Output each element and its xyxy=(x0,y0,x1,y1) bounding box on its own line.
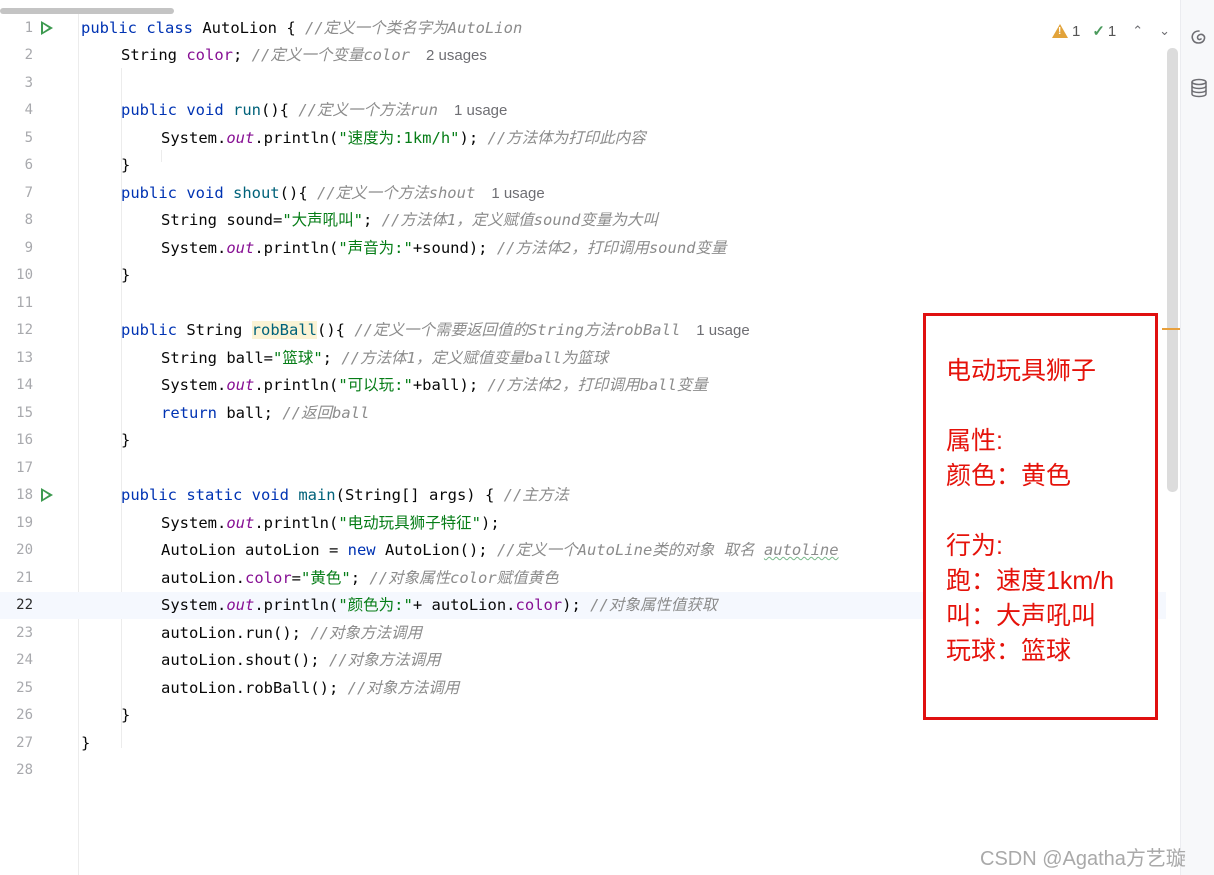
code-text: System.out.println("可以玩:"+ball); //方法体2，… xyxy=(161,376,708,394)
code-text: } xyxy=(121,266,131,284)
line-number: 22 xyxy=(16,597,33,613)
line-number: 12 xyxy=(16,322,33,338)
code-text: System.out.println("颜色为:"+ autoLion.colo… xyxy=(161,596,718,614)
line-number: 4 xyxy=(24,102,33,118)
line-number: 8 xyxy=(24,212,33,228)
warning-count: 1 xyxy=(1072,22,1081,40)
line-number: 23 xyxy=(16,625,33,641)
code-line-3[interactable]: 3 xyxy=(0,70,1166,97)
line-number: 3 xyxy=(24,75,33,91)
line-number: 28 xyxy=(16,762,33,778)
code-text: public class AutoLion { //定义一个类名字为AutoLi… xyxy=(81,19,523,37)
annotation-box: 电动玩具狮子 属性: 颜色：黄色 行为: 跑：速度1km/h 叫：大声吼叫 玩球… xyxy=(923,313,1158,720)
code-editor[interactable]: 1 public class AutoLion { //定义一个类名字为Auto… xyxy=(0,0,1180,875)
code-text: } xyxy=(121,706,131,724)
line-number: 17 xyxy=(16,460,33,476)
code-text: autoLion.run(); //对象方法调用 xyxy=(161,624,422,642)
code-line-28[interactable]: 28 xyxy=(0,757,1166,784)
code-line-10[interactable]: 10 } xyxy=(0,262,1166,289)
code-text: } xyxy=(121,156,131,174)
check-icon: ✓ xyxy=(1092,23,1105,40)
code-line-9[interactable]: 9 System.out.println("声音为:"+sound); //方法… xyxy=(0,235,1166,262)
line-number: 10 xyxy=(16,267,33,283)
scrollbar-warning-marker[interactable] xyxy=(1162,328,1180,330)
code-text: public String robBall(){ //定义一个需要返回值的Str… xyxy=(121,321,750,339)
check-count: 1 xyxy=(1107,22,1117,40)
code-text: return ball; //返回ball xyxy=(161,404,370,422)
line-number: 11 xyxy=(16,295,33,311)
code-line-1[interactable]: 1 public class AutoLion { //定义一个类名字为Auto… xyxy=(0,15,1166,42)
line-number: 21 xyxy=(16,570,33,586)
line-number: 26 xyxy=(16,707,33,723)
right-tool-strip xyxy=(1180,0,1214,875)
line-number: 6 xyxy=(24,157,33,173)
database-icon[interactable] xyxy=(1189,78,1209,98)
inspection-widget[interactable]: 1 ✓ 1 ⌃ ⌄ xyxy=(1052,20,1170,42)
line-number: 9 xyxy=(24,240,33,256)
code-text: public void shout(){ //定义一个方法shout 1 usag… xyxy=(121,184,545,202)
code-line-7[interactable]: 7 public void shout(){ //定义一个方法shout 1 us… xyxy=(0,180,1166,207)
code-text: String color; //定义一个变量color 2 usages xyxy=(121,46,487,64)
horizontal-scrollbar[interactable] xyxy=(0,8,174,14)
code-text: public static void main(String[] args) {… xyxy=(121,486,569,504)
code-line-27[interactable]: 27 } xyxy=(0,730,1166,757)
code-text: System.out.println("速度为:1km/h"); //方法体为打… xyxy=(161,129,646,147)
line-number: 16 xyxy=(16,432,33,448)
code-text: System.out.println("电动玩具狮子特征"); xyxy=(161,514,500,532)
code-text: String sound="大声吼叫"; //方法体1，定义赋值sound变量为… xyxy=(161,211,658,229)
line-number: 25 xyxy=(16,680,33,696)
annotation-behaviors-heading: 行为: xyxy=(946,532,1003,560)
code-line-8[interactable]: 8 String sound="大声吼叫"; //方法体1，定义赋值sound变… xyxy=(0,207,1166,234)
usage-hint[interactable]: 2 usages xyxy=(426,47,487,64)
code-text: String ball="篮球"; //方法体1，定义赋值变量ball为篮球 xyxy=(161,349,609,367)
code-text: System.out.println("声音为:"+sound); //方法体2… xyxy=(161,239,727,257)
warning-icon xyxy=(1052,24,1068,38)
code-line-4[interactable]: 4 public void run(){ //定义一个方法run 1 usage xyxy=(0,97,1166,124)
code-line-6[interactable]: 6 } xyxy=(0,152,1166,179)
run-gutter-icon[interactable] xyxy=(41,21,53,35)
vertical-scrollbar[interactable] xyxy=(1167,48,1178,492)
line-number: 15 xyxy=(16,405,33,421)
usage-hint[interactable]: 1 usage xyxy=(454,102,507,119)
usage-hint[interactable]: 1 usage xyxy=(491,185,544,202)
line-number: 24 xyxy=(16,652,33,668)
code-text: autoLion.color="黄色"; //对象属性color赋值黄色 xyxy=(161,569,559,587)
line-number: 18 xyxy=(16,487,33,503)
line-number: 1 xyxy=(24,20,33,36)
code-text: autoLion.shout(); //对象方法调用 xyxy=(161,651,441,669)
code-text: autoLion.robBall(); //对象方法调用 xyxy=(161,679,460,697)
annotation-attribute-color: 颜色：黄色 xyxy=(946,462,1072,490)
annotation-behavior-play: 玩球：篮球 xyxy=(946,637,1072,665)
line-number: 27 xyxy=(16,735,33,751)
line-number: 5 xyxy=(24,130,33,146)
annotation-title: 电动玩具狮子 xyxy=(946,357,1097,385)
code-text: public void run(){ //定义一个方法run 1 usage xyxy=(121,101,508,119)
annotation-attributes-heading: 属性: xyxy=(946,427,1003,455)
line-number: 2 xyxy=(24,47,33,63)
next-highlight-icon[interactable]: ⌄ xyxy=(1159,23,1170,39)
run-gutter-icon[interactable] xyxy=(41,488,53,502)
code-line-5[interactable]: 5 System.out.println("速度为:1km/h"); //方法体… xyxy=(0,125,1166,152)
line-number: 20 xyxy=(16,542,33,558)
code-text: } xyxy=(121,431,131,449)
previous-highlight-icon[interactable]: ⌃ xyxy=(1132,23,1143,39)
annotation-behavior-shout: 叫：大声吼叫 xyxy=(946,602,1097,630)
watermark: CSDN @Agatha方艺璇 xyxy=(980,848,1186,870)
annotation-behavior-run: 跑：速度1km/h xyxy=(946,567,1115,595)
line-number: 7 xyxy=(24,185,33,201)
code-text: } xyxy=(81,734,91,752)
line-number: 13 xyxy=(16,350,33,366)
usage-hint[interactable]: 1 usage xyxy=(696,322,749,339)
line-number: 19 xyxy=(16,515,33,531)
swirl-icon[interactable] xyxy=(1189,28,1209,48)
code-text: AutoLion autoLion = new AutoLion(); //定义… xyxy=(161,541,839,559)
line-number: 14 xyxy=(16,377,33,393)
code-line-2[interactable]: 2 String color; //定义一个变量color 2 usages xyxy=(0,42,1166,69)
